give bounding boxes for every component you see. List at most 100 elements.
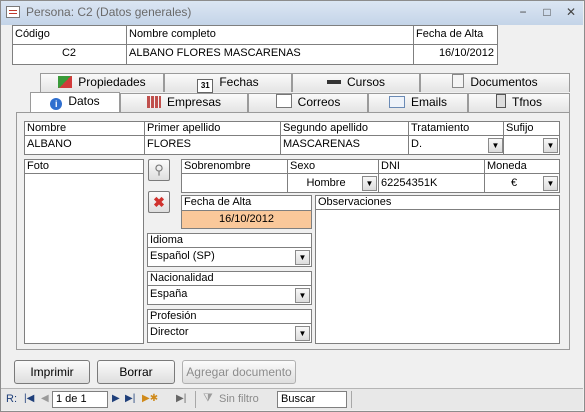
grid-divider [147, 323, 312, 324]
fecha-alta-header-value[interactable]: 16/10/2012 [416, 47, 494, 59]
record-menu-icon[interactable]: ▶| [176, 393, 186, 404]
fecha-alta-label: Fecha de Alta [184, 196, 252, 208]
idioma-dropdown-icon[interactable]: ▼ [295, 250, 310, 265]
idioma-label: Idioma [150, 234, 184, 246]
header-divider [12, 44, 498, 45]
fecha-alta-field[interactable]: 16/10/2012 [182, 210, 311, 228]
foto-frame[interactable] [24, 159, 144, 344]
grid-divider [147, 247, 312, 248]
sexo-label: Sexo [290, 160, 316, 172]
foto-label: Foto [27, 160, 50, 172]
nombre-label: Nombre [27, 122, 67, 134]
observaciones-field[interactable] [318, 212, 556, 340]
magnifier-icon: ⚲ [154, 162, 164, 177]
filter-icon: ⧩ [203, 392, 213, 404]
tab-propiedades[interactable]: Propiedades [40, 73, 164, 92]
dni-label: DNI [381, 160, 400, 172]
filter-status[interactable]: Sin filtro [219, 393, 259, 405]
primer-apellido-label: Primer apellido [147, 122, 221, 134]
tab-emails[interactable]: Emails [368, 93, 468, 112]
tab-label: Fechas [219, 75, 259, 89]
grid-col-divider [287, 159, 288, 193]
nacionalidad-label: Nacionalidad [150, 272, 214, 284]
nacionalidad-dropdown-icon[interactable]: ▼ [295, 288, 310, 303]
next-record-icon[interactable]: ▶ [112, 393, 120, 404]
codigo-value[interactable]: C2 [15, 47, 123, 59]
fecha-alta-header-label: Fecha de Alta [416, 28, 484, 40]
tratamiento-label: Tratamiento [411, 122, 470, 134]
search-input[interactable]: Buscar [277, 391, 347, 408]
current-record-field[interactable]: 1 de 1 [52, 391, 108, 408]
segundo-apellido-field[interactable]: MASCARENAS [283, 138, 360, 150]
graduation-cap-icon [326, 80, 341, 88]
tab-cursos[interactable]: Cursos [292, 73, 420, 92]
minimize-button[interactable]: − [511, 4, 535, 20]
tab-label: Datos [68, 94, 100, 108]
record-label: R: [6, 393, 17, 405]
last-record-icon[interactable]: ▶| [125, 393, 135, 404]
foto-divider [24, 173, 144, 174]
envelope-icon [388, 96, 405, 108]
profesion-select[interactable]: Director [150, 326, 189, 338]
phone-icon [495, 94, 506, 108]
tab-label: Propiedades [78, 75, 146, 89]
idioma-select[interactable]: Español (SP) [150, 250, 215, 262]
nacionalidad-select[interactable]: España [150, 288, 187, 300]
observaciones-label: Observaciones [318, 196, 392, 208]
new-record-icon[interactable]: ▶✱ [142, 393, 158, 404]
nombre-completo-value[interactable]: ALBANO FLORES MASCARENAS [129, 47, 301, 59]
maximize-button[interactable]: □ [535, 4, 559, 20]
moneda-select[interactable]: € [487, 177, 541, 189]
properties-icon [58, 76, 73, 88]
codigo-label: Código [15, 28, 50, 40]
mail-icon [275, 94, 292, 108]
moneda-dropdown-icon[interactable]: ▼ [543, 176, 558, 191]
delete-photo-button[interactable]: ✖ [148, 191, 170, 213]
nombre-completo-label: Nombre completo [129, 28, 216, 40]
search-photo-button[interactable]: ⚲ [148, 159, 170, 181]
form-icon [6, 6, 20, 18]
tab-correos[interactable]: Correos [248, 93, 368, 112]
status-separator [195, 391, 196, 408]
tab-label: Documentos [470, 75, 538, 89]
previous-record-icon[interactable]: ◀ [41, 393, 49, 404]
borrar-button[interactable]: Borrar [97, 360, 175, 384]
observaciones-divider [315, 209, 560, 210]
sexo-select[interactable]: Hombre [290, 177, 362, 189]
primer-apellido-field[interactable]: FLORES [147, 138, 191, 150]
tab-fechas[interactable]: 31 Fechas [164, 73, 292, 93]
window-title: Persona: C2 (Datos generales) [26, 5, 192, 19]
tratamiento-select[interactable]: D. [411, 138, 422, 150]
grid-col-divider [378, 159, 379, 193]
tab-label: Correos [297, 95, 341, 109]
calendar-icon: 31 [197, 79, 214, 93]
imprimir-button[interactable]: Imprimir [14, 360, 90, 384]
info-icon: i [50, 98, 63, 110]
sexo-dropdown-icon[interactable]: ▼ [362, 176, 377, 191]
grid-col-divider [280, 121, 281, 155]
agregar-documento-button[interactable]: Agregar documento [182, 360, 296, 384]
segundo-apellido-label: Segundo apellido [283, 122, 369, 134]
grid-divider [24, 135, 560, 136]
profesion-label: Profesión [150, 310, 197, 322]
tab-label: Empresas [166, 95, 222, 109]
first-record-icon[interactable]: |◀ [24, 393, 34, 404]
delete-icon: ✖ [153, 194, 165, 210]
sufijo-dropdown-icon[interactable]: ▼ [543, 138, 558, 153]
tab-datos[interactable]: i Datos [30, 92, 120, 112]
nombre-field[interactable]: ALBANO [27, 138, 72, 150]
tratamiento-dropdown-icon[interactable]: ▼ [488, 138, 503, 153]
building-icon [146, 96, 161, 108]
document-icon [452, 74, 465, 88]
status-separator [351, 391, 352, 408]
header-col-divider [413, 25, 414, 65]
grid-col-divider [144, 121, 145, 155]
tab-documentos[interactable]: Documentos [420, 73, 570, 92]
tab-tfnos[interactable]: Tfnos [468, 93, 570, 112]
close-button[interactable]: ✕ [559, 4, 583, 20]
tab-label: Cursos [346, 75, 385, 89]
profesion-dropdown-icon[interactable]: ▼ [295, 326, 310, 341]
moneda-label: Moneda [487, 160, 527, 172]
dni-field[interactable]: 62254351K [381, 177, 437, 189]
tab-empresas[interactable]: Empresas [120, 93, 248, 112]
